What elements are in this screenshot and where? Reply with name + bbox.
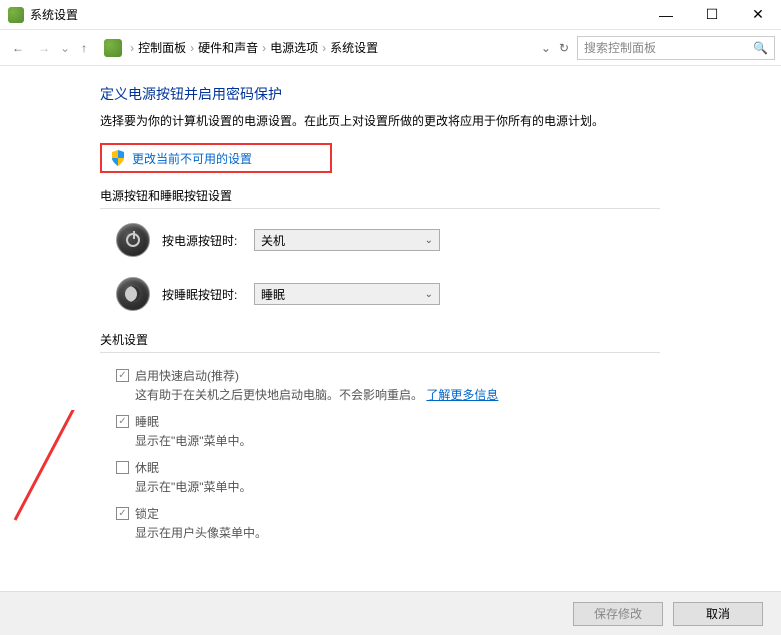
lock-item-label: 锁定 [135,505,159,522]
power-button-dropdown[interactable]: 关机 ⌄ [254,229,440,251]
sleep-item-desc: 显示在"电源"菜单中。 [135,432,781,449]
address-dropdown-icon[interactable]: ⌄ [537,41,555,55]
hibernate-checkbox[interactable] [116,461,129,474]
fast-startup-checkbox[interactable] [116,369,129,382]
sleep-checkbox[interactable] [116,415,129,428]
sleep-button-row: 按睡眠按钮时: 睡眠 ⌄ [116,277,781,311]
save-button[interactable]: 保存修改 [573,602,663,626]
hibernate-item-label: 休眠 [135,459,159,476]
divider [100,208,660,209]
shutdown-section: 关机设置 启用快速启动(推荐) 这有助于在关机之后更快地启动电脑。不会影响重启。… [100,331,781,541]
sleep-item: 睡眠 显示在"电源"菜单中。 [116,413,781,449]
breadcrumb: › 控制面板 › 硬件和声音 › 电源选项 › 系统设置 [98,39,537,57]
window-controls: — ☐ ✕ [643,0,781,30]
power-button-value: 关机 [261,232,285,249]
power-button-row: 按电源按钮时: 关机 ⌄ [116,223,781,257]
address-controls: ⌄ ↻ [537,41,573,55]
forward-button[interactable]: → [32,36,56,60]
learn-more-link[interactable]: 了解更多信息 [426,388,498,402]
page-subtext: 选择要为你的计算机设置的电源设置。在此页上对设置所做的更改将应用于你所有的电源计… [100,112,781,129]
buttons-section-title: 电源按钮和睡眠按钮设置 [100,187,781,204]
up-button[interactable]: ↑ [72,36,96,60]
crumb-system-settings[interactable]: 系统设置 [330,39,378,56]
page-heading: 定义电源按钮并启用密码保护 [100,84,781,104]
moon-icon [116,277,150,311]
maximize-button[interactable]: ☐ [689,0,735,30]
search-icon: 🔍 [753,41,768,55]
titlebar: 系统设置 — ☐ ✕ [0,0,781,30]
crumb-power[interactable]: 电源选项 [270,39,318,56]
fast-startup-label: 启用快速启动(推荐) [135,367,239,384]
control-panel-icon [104,39,122,57]
change-settings-highlight: 更改当前不可用的设置 [100,143,332,173]
close-button[interactable]: ✕ [735,0,781,30]
window-title: 系统设置 [30,6,643,23]
chevron-right-icon: › [262,41,266,55]
lock-item-desc: 显示在用户头像菜单中。 [135,524,781,541]
crumb-hardware[interactable]: 硬件和声音 [198,39,258,56]
chevron-right-icon: › [190,41,194,55]
content: 定义电源按钮并启用密码保护 选择要为你的计算机设置的电源设置。在此页上对设置所做… [0,66,781,541]
sleep-item-label: 睡眠 [135,413,159,430]
footer: 保存修改 取消 [0,591,781,635]
app-icon [8,7,24,23]
cancel-button[interactable]: 取消 [673,602,763,626]
fast-startup-item: 启用快速启动(推荐) 这有助于在关机之后更快地启动电脑。不会影响重启。 了解更多… [116,367,781,403]
sleep-button-label: 按睡眠按钮时: [162,286,254,303]
fast-startup-desc: 这有助于在关机之后更快地启动电脑。不会影响重启。 了解更多信息 [135,386,781,403]
change-unavailable-link[interactable]: 更改当前不可用的设置 [132,150,252,167]
hibernate-item: 休眠 显示在"电源"菜单中。 [116,459,781,495]
shutdown-section-title: 关机设置 [100,331,781,348]
minimize-button[interactable]: — [643,0,689,30]
navbar: ← → ⌄ ↑ › 控制面板 › 硬件和声音 › 电源选项 › 系统设置 ⌄ ↻… [0,30,781,66]
divider [100,352,660,353]
sleep-button-dropdown[interactable]: 睡眠 ⌄ [254,283,440,305]
chevron-down-icon: ⌄ [425,289,433,300]
chevron-right-icon: › [130,41,134,55]
crumb-control-panel[interactable]: 控制面板 [138,39,186,56]
sleep-button-value: 睡眠 [261,286,285,303]
refresh-icon[interactable]: ↻ [555,41,573,55]
search-placeholder: 搜索控制面板 [584,39,656,56]
power-icon [116,223,150,257]
hibernate-item-desc: 显示在"电源"菜单中。 [135,478,781,495]
power-button-label: 按电源按钮时: [162,232,254,249]
history-dropdown-icon[interactable]: ⌄ [60,41,70,55]
chevron-down-icon: ⌄ [425,235,433,246]
chevron-right-icon: › [322,41,326,55]
search-input[interactable]: 搜索控制面板 🔍 [577,36,775,60]
lock-item: 锁定 显示在用户头像菜单中。 [116,505,781,541]
back-button[interactable]: ← [6,36,30,60]
shield-icon [110,150,126,166]
lock-checkbox[interactable] [116,507,129,520]
